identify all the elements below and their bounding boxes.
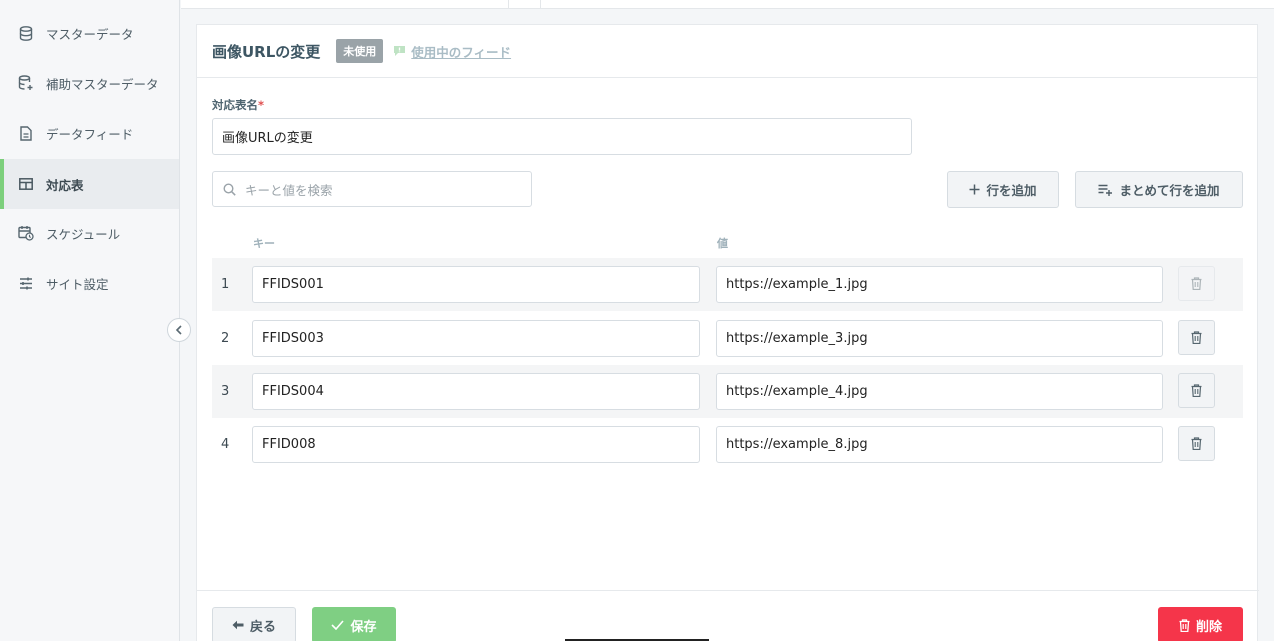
sidebar: マスターデータ 補助マスターデータ データフィード 対応表 スケジュール サイト… [0, 0, 191, 641]
delete-row-button[interactable] [1178, 426, 1215, 461]
sidebar-item-label: サイト設定 [46, 276, 109, 292]
column-header-value: 値 [717, 237, 728, 250]
row-index: 1 [221, 277, 230, 292]
column-header-key: キー [253, 237, 275, 250]
sidebar-item-label: 補助マスターデータ [46, 76, 159, 92]
table-row: 2 FFIDS003 https://example_3.jpg [212, 312, 1243, 365]
table-row: 3 FFIDS004 https://example_4.jpg [212, 365, 1243, 418]
tab-divider [540, 0, 541, 9]
value-value: https://example_4.jpg [726, 384, 868, 399]
sidebar-item-mapping-table[interactable]: 対応表 [0, 159, 179, 209]
name-field-label: 対応表名* [212, 97, 264, 113]
calendar-clock-icon [18, 225, 34, 241]
trash-icon [1179, 618, 1190, 632]
footer-divider [197, 590, 1259, 591]
bulk-add-rows-label: まとめて行を追加 [1119, 183, 1220, 198]
key-value: FFIDS001 [262, 277, 324, 292]
value-value: https://example_1.jpg [726, 277, 868, 292]
value-value: https://example_8.jpg [726, 437, 868, 452]
delete-row-button[interactable] [1178, 266, 1215, 301]
playlist-add-icon [1098, 184, 1113, 196]
tab-divider [508, 0, 509, 9]
trash-icon [1191, 384, 1202, 397]
row-index: 4 [221, 437, 230, 452]
status-badge: 未使用 [336, 39, 384, 63]
save-label: 保存 [350, 619, 377, 635]
sliders-icon [18, 275, 34, 291]
required-mark: * [258, 98, 265, 112]
sidebar-item-label: 対応表 [46, 177, 84, 193]
arrow-left-icon [232, 620, 244, 630]
feeds-in-use-label: 使用中のフィード [411, 44, 512, 60]
row-index: 3 [221, 384, 230, 399]
table-row: 4 FFID008 https://example_8.jpg [212, 418, 1243, 471]
trash-icon [1191, 331, 1202, 344]
sidebar-item-sub-master-data[interactable]: 補助マスターデータ [0, 58, 179, 108]
value-input[interactable]: https://example_1.jpg [716, 266, 1163, 303]
sidebar-item-schedule[interactable]: スケジュール [0, 208, 179, 258]
mapping-table-editor: 画像URLの変更 未使用 使用中のフィード 対応表名* 画像URLの変更 キーと… [196, 24, 1259, 641]
bulk-add-rows-button[interactable]: まとめて行を追加 [1075, 171, 1243, 208]
sidebar-item-label: スケジュール [46, 226, 121, 242]
add-row-label: 行を追加 [986, 183, 1037, 198]
value-input[interactable]: https://example_4.jpg [716, 373, 1163, 410]
sidebar-item-site-settings[interactable]: サイト設定 [0, 258, 179, 308]
back-button[interactable]: 戻る [212, 607, 296, 641]
key-value: FFIDS003 [262, 331, 324, 346]
delete-row-button[interactable] [1178, 373, 1215, 408]
key-input[interactable]: FFIDS004 [252, 373, 700, 410]
comment-alert-icon [393, 45, 406, 57]
save-button[interactable]: 保存 [312, 607, 396, 641]
database-icon [18, 25, 34, 41]
sidebar-collapse-button[interactable] [167, 318, 191, 342]
feeds-in-use-link[interactable]: 使用中のフィード [393, 42, 511, 61]
search-placeholder: キーと値を検索 [245, 182, 333, 198]
key-input[interactable]: FFIDS001 [252, 266, 700, 303]
table-row: 1 FFIDS001 https://example_1.jpg [212, 258, 1243, 311]
row-index: 2 [221, 331, 230, 346]
search-input[interactable]: キーと値を検索 [212, 171, 532, 207]
trash-icon [1191, 277, 1202, 290]
sidebar-item-label: データフィード [46, 126, 134, 142]
value-value: https://example_3.jpg [726, 331, 868, 346]
value-input[interactable]: https://example_8.jpg [716, 426, 1163, 463]
chevron-left-icon [175, 325, 183, 335]
table-name-input[interactable]: 画像URLの変更 [212, 118, 912, 155]
add-row-button[interactable]: 行を追加 [947, 171, 1059, 208]
top-tab-strip [181, 0, 1274, 9]
check-icon [331, 620, 345, 630]
back-label: 戻る [249, 619, 276, 635]
plus-icon [969, 184, 980, 195]
document-icon [18, 125, 34, 141]
card-header: 画像URLの変更 未使用 使用中のフィード [197, 25, 1257, 78]
delete-label: 削除 [1195, 619, 1222, 635]
key-input[interactable]: FFIDS003 [252, 320, 700, 357]
key-value: FFID008 [262, 437, 316, 452]
sidebar-item-data-feed[interactable]: データフィード [0, 108, 179, 158]
search-icon [223, 182, 236, 196]
trash-icon [1191, 437, 1202, 450]
delete-row-button[interactable] [1178, 320, 1215, 355]
key-input[interactable]: FFID008 [252, 426, 700, 463]
delete-button[interactable]: 削除 [1158, 607, 1243, 641]
table-name-value: 画像URLの変更 [222, 131, 313, 146]
page-title: 画像URLの変更 [212, 42, 321, 61]
name-label-text: 対応表名 [212, 98, 258, 112]
database-plus-icon [18, 75, 34, 91]
sidebar-item-master-data[interactable]: マスターデータ [0, 8, 179, 58]
sidebar-item-label: マスターデータ [46, 26, 134, 42]
table-icon [18, 176, 34, 192]
value-input[interactable]: https://example_3.jpg [716, 320, 1163, 357]
key-value: FFIDS004 [262, 384, 324, 399]
